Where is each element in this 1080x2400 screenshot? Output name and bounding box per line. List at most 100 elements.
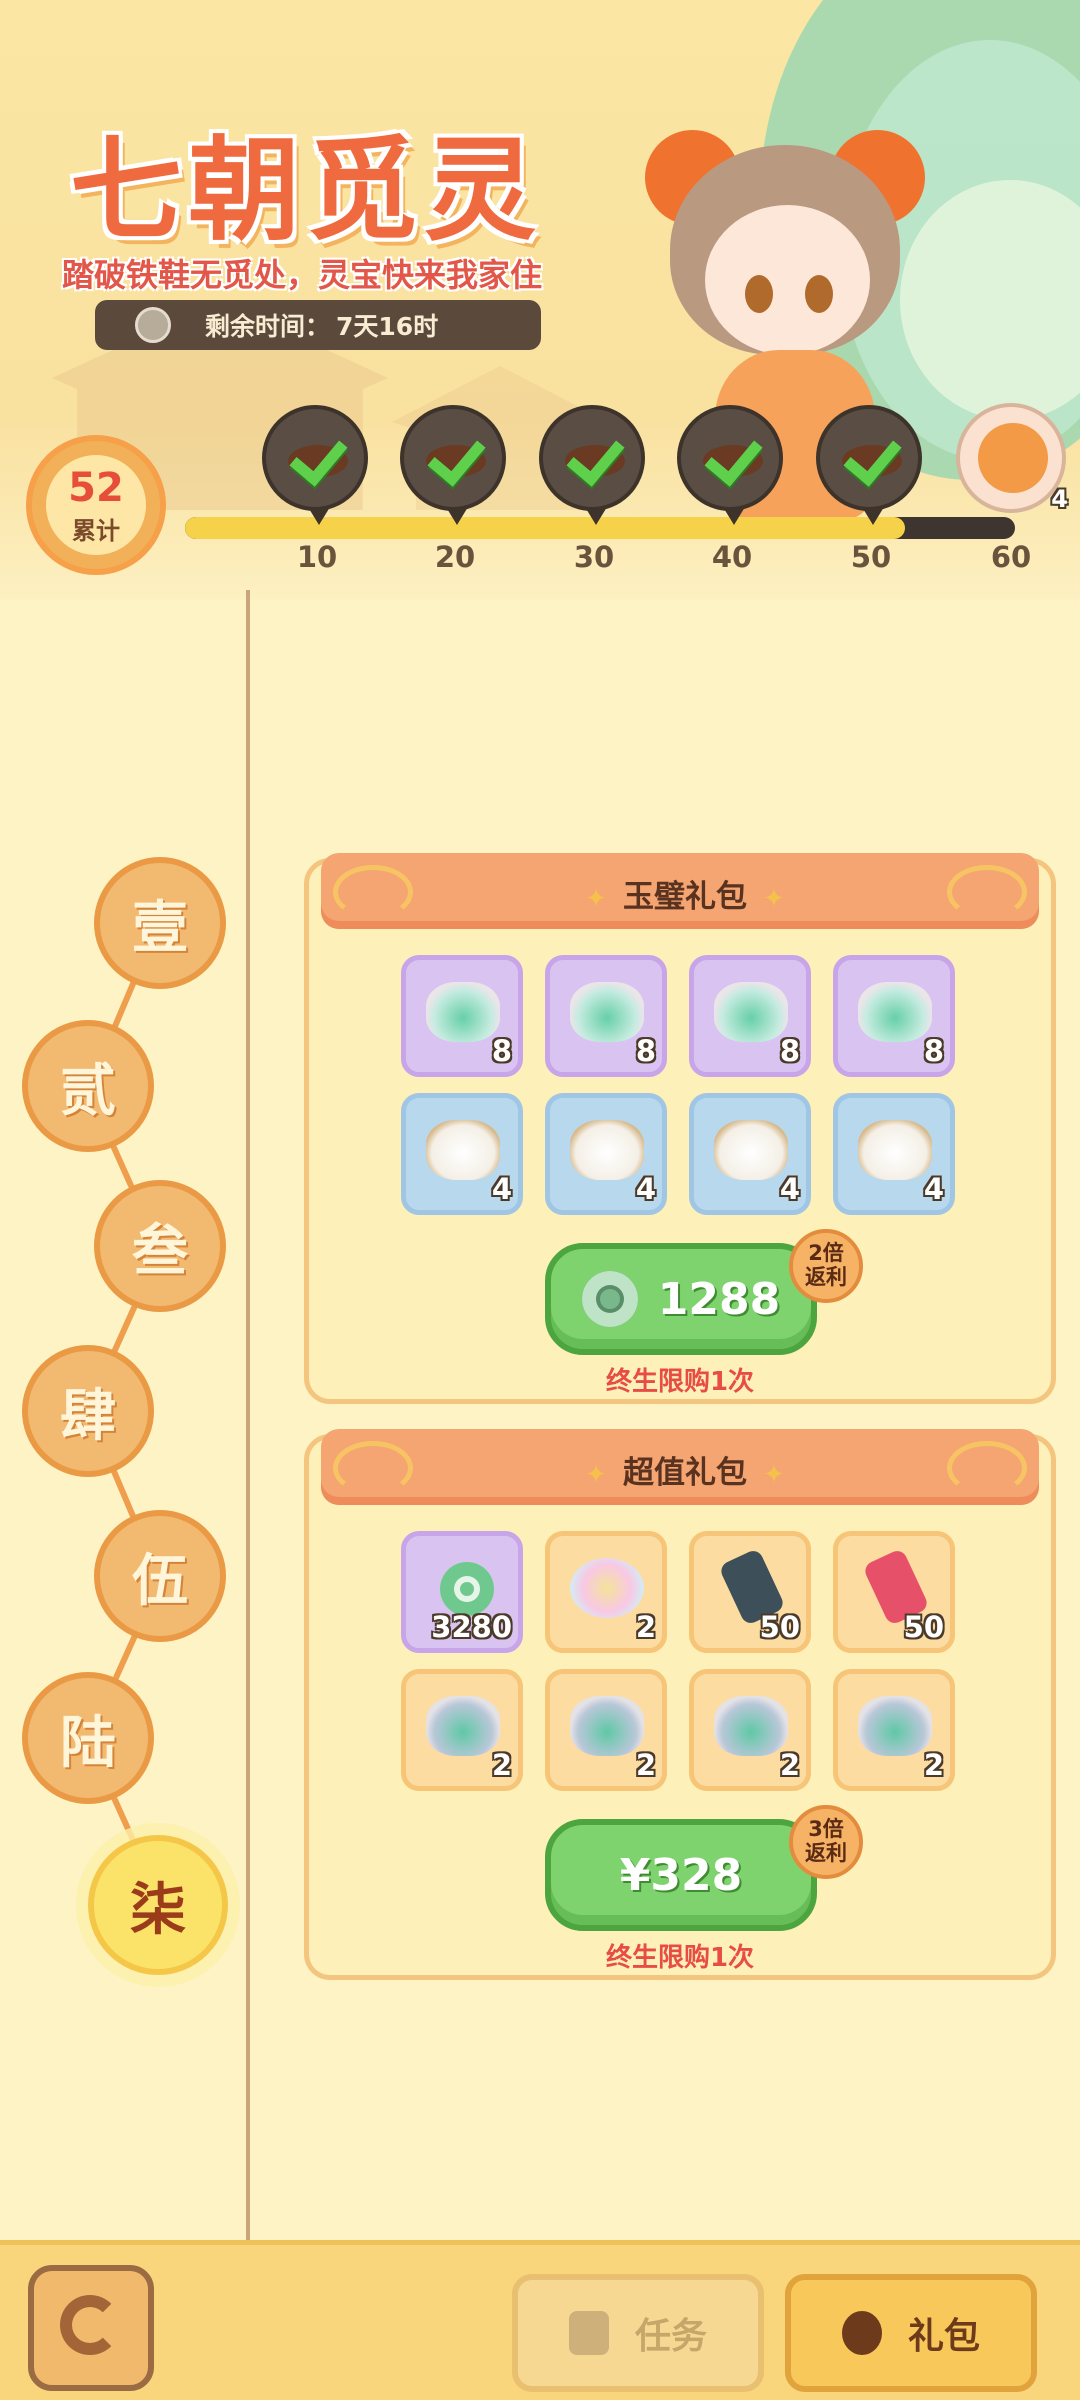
back-arrow-icon (60, 2295, 120, 2355)
item-qty: 8 (779, 1034, 800, 1068)
event-header: 七朝觅灵 踏破铁鞋无觅处，灵宝快来我家住 剩余时间： 7天16时 52 累计 4… (0, 0, 1080, 600)
item-qty: 4 (923, 1172, 944, 1206)
total-count-badge: 52 累计 (12, 435, 182, 575)
item-qty: 8 (491, 1034, 512, 1068)
item-qty: 2 (923, 1748, 944, 1782)
event-subtitle: 踏破铁鞋无觅处，灵宝快来我家住 (62, 256, 543, 294)
item-qty: 4 (779, 1172, 800, 1206)
item-qty: 3280 (431, 1610, 512, 1644)
milestone-reward-claimed[interactable] (400, 405, 506, 525)
tab-tasks[interactable]: 任务 (512, 2274, 764, 2392)
back-button[interactable] (28, 2265, 154, 2391)
progress-bar-fill (185, 517, 905, 539)
chapter-button-5[interactable]: 伍 (94, 1510, 226, 1642)
item-qty: 2 (779, 1748, 800, 1782)
total-count: 52 (68, 465, 124, 511)
book-icon (568, 2311, 609, 2355)
item-qty: 2 (491, 1748, 512, 1782)
pack-item[interactable]: 2 (833, 1669, 955, 1791)
price-label: 1288 (657, 1273, 781, 1325)
milestone-label: 20 (434, 540, 476, 574)
timer-value: 7天16时 (336, 312, 439, 341)
rock-item-icon (426, 1696, 500, 1756)
pack-item[interactable]: 50 (689, 1531, 811, 1653)
item-qty: 4 (635, 1172, 656, 1206)
item-qty: 8 (635, 1034, 656, 1068)
rock-item-icon (714, 1696, 788, 1756)
pack-item[interactable]: 3280 (401, 1531, 523, 1653)
item-qty: 8 (923, 1034, 944, 1068)
pack-item[interactable]: 50 (833, 1531, 955, 1653)
pack-item[interactable]: 2 (401, 1669, 523, 1791)
rebate-badge: 3倍 返利 (789, 1805, 863, 1879)
jade-item-icon (714, 982, 788, 1042)
chapter-button-7[interactable]: 柒 (88, 1835, 228, 1975)
milestone-label: 60 (990, 540, 1032, 574)
pack-title: 超值礼包 (309, 1433, 1061, 1515)
purchase-limit: 终生限购1次 (605, 1943, 755, 1973)
pack-item[interactable]: 8 (833, 955, 955, 1077)
jade-item-icon (570, 982, 644, 1042)
milestone-label: 10 (296, 540, 338, 574)
pack-item[interactable]: 4 (545, 1093, 667, 1215)
paw-icon (841, 2311, 882, 2355)
pack-item[interactable]: 4 (401, 1093, 523, 1215)
item-qty: 50 (759, 1610, 800, 1644)
rabbit-item-icon (858, 1120, 932, 1180)
timer-label: 剩余时间： (205, 312, 331, 341)
buy-button[interactable]: ¥328 (545, 1819, 817, 1931)
milestone-label: 40 (711, 540, 753, 574)
item-qty: 2 (635, 1610, 656, 1644)
pack-card-chaozhi: 超值礼包 3280250502222 ¥328 3倍 返利 终生限购1次 (304, 1429, 1056, 1980)
pack-item[interactable]: 2 (545, 1531, 667, 1653)
chapter-button-3[interactable]: 叁 (94, 1180, 226, 1312)
price-label: ¥328 (619, 1849, 743, 1901)
milestone-reward-claimed[interactable] (677, 405, 783, 525)
milestone-label: 50 (850, 540, 892, 574)
item-qty: 50 (903, 1610, 944, 1644)
milestone-reward-claimed[interactable] (539, 405, 645, 525)
buy-button[interactable]: 1288 (545, 1243, 817, 1355)
pack-item[interactable]: 8 (545, 955, 667, 1077)
chapter-button-1[interactable]: 壹 (94, 857, 226, 989)
item-qty: 2 (635, 1748, 656, 1782)
event-title: 七朝觅灵 (70, 125, 542, 256)
chapter-button-4[interactable]: 肆 (22, 1345, 154, 1477)
clock-icon (135, 307, 171, 343)
rabbit-item-icon (714, 1120, 788, 1180)
pack-item[interactable]: 2 (689, 1669, 811, 1791)
tab-tasks-label: 任务 (634, 2316, 707, 2357)
pack-item[interactable]: 4 (833, 1093, 955, 1215)
chapter-button-6[interactable]: 陆 (22, 1672, 154, 1804)
check-icon (569, 423, 621, 493)
pack-item[interactable]: 8 (689, 955, 811, 1077)
milestone-reward-claimed[interactable] (262, 405, 368, 525)
pack-card-yubi: 玉璧礼包 88884444 1288 2倍 返利 终生限购1次 (304, 853, 1056, 1404)
jade-item-icon (426, 982, 500, 1042)
jade-coin-icon (581, 1271, 638, 1327)
rebate-badge: 2倍 返利 (789, 1229, 863, 1303)
pack-items: 3280 2 50 50 2 2 2 2 (401, 1531, 961, 1791)
jade-item-icon (858, 982, 932, 1042)
pack-title: 玉璧礼包 (309, 857, 1061, 939)
milestone-reward-claimed[interactable] (816, 405, 922, 525)
rock-item-icon (858, 1696, 932, 1756)
pack-item[interactable]: 2 (545, 1669, 667, 1791)
remaining-time: 剩余时间： 7天16时 (95, 300, 541, 350)
total-count-label: 累计 (72, 517, 120, 545)
rabbit-item-icon (426, 1120, 500, 1180)
item-qty: 4 (491, 1172, 512, 1206)
pack-item[interactable]: 8 (401, 955, 523, 1077)
check-icon (292, 423, 344, 493)
rock-item-icon (570, 1696, 644, 1756)
reward-item-icon (978, 423, 1048, 493)
jade-ring-icon (440, 1562, 494, 1616)
tab-gift-packs[interactable]: 礼包 (785, 2274, 1037, 2392)
pack-item[interactable]: 4 (689, 1093, 811, 1215)
check-icon (846, 423, 898, 493)
milestone-60-reward[interactable]: 4 (956, 403, 1068, 513)
check-icon (430, 423, 482, 493)
purchase-limit: 终生限购1次 (605, 1367, 755, 1397)
crystal-item-icon (570, 1558, 644, 1618)
chapter-button-2[interactable]: 贰 (22, 1020, 154, 1152)
